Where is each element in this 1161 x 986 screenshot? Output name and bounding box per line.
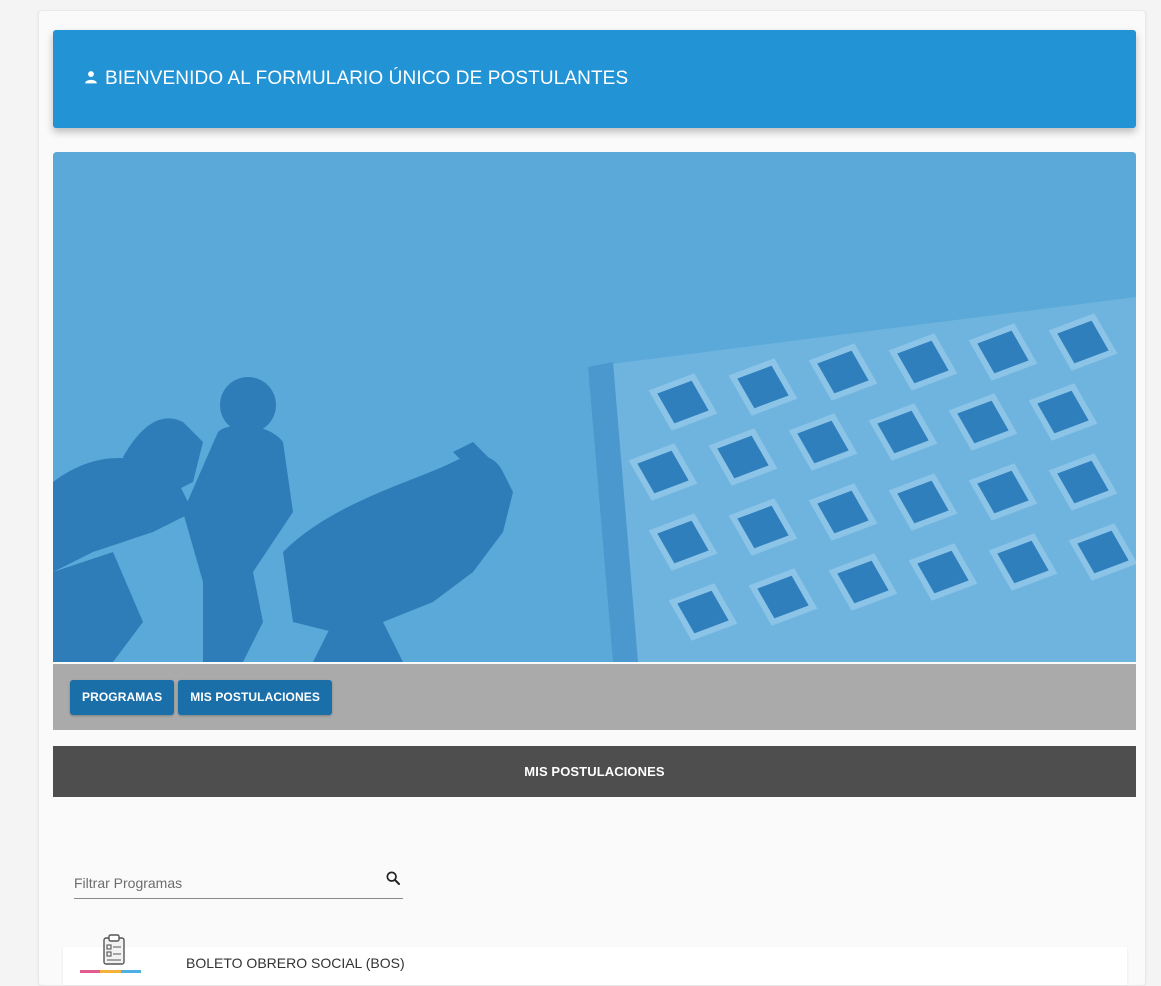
page-title: BIENVENIDO AL FORMULARIO ÚNICO DE POSTUL…	[105, 68, 629, 89]
hero-illustration	[53, 152, 1136, 662]
strip-segment-yellow	[100, 970, 121, 973]
strip-segment-pink	[80, 970, 101, 973]
filter-field	[74, 866, 403, 899]
search-icon[interactable]	[385, 870, 401, 886]
header-bar: BIENVENIDO AL FORMULARIO ÚNICO DE POSTUL…	[53, 30, 1136, 128]
hero-banner	[53, 152, 1136, 662]
page-card: BIENVENIDO AL FORMULARIO ÚNICO DE POSTUL…	[38, 10, 1146, 986]
programas-button[interactable]: PROGRAMAS	[70, 679, 175, 715]
filter-input[interactable]	[74, 872, 364, 894]
user-icon	[85, 71, 97, 84]
program-color-strip	[80, 970, 141, 973]
mis-postulaciones-button[interactable]: MIS POSTULACIONES	[178, 679, 332, 715]
nav-bar: PROGRAMAS MIS POSTULACIONES	[53, 664, 1136, 730]
program-name: BOLETO OBRERO SOCIAL (BOS)	[186, 955, 405, 971]
clipboard-icon	[103, 934, 125, 965]
strip-segment-blue	[120, 970, 141, 973]
section-title: MIS POSTULACIONES	[53, 746, 1136, 797]
list-item[interactable]: BOLETO OBRERO SOCIAL (BOS)	[63, 934, 1127, 985]
